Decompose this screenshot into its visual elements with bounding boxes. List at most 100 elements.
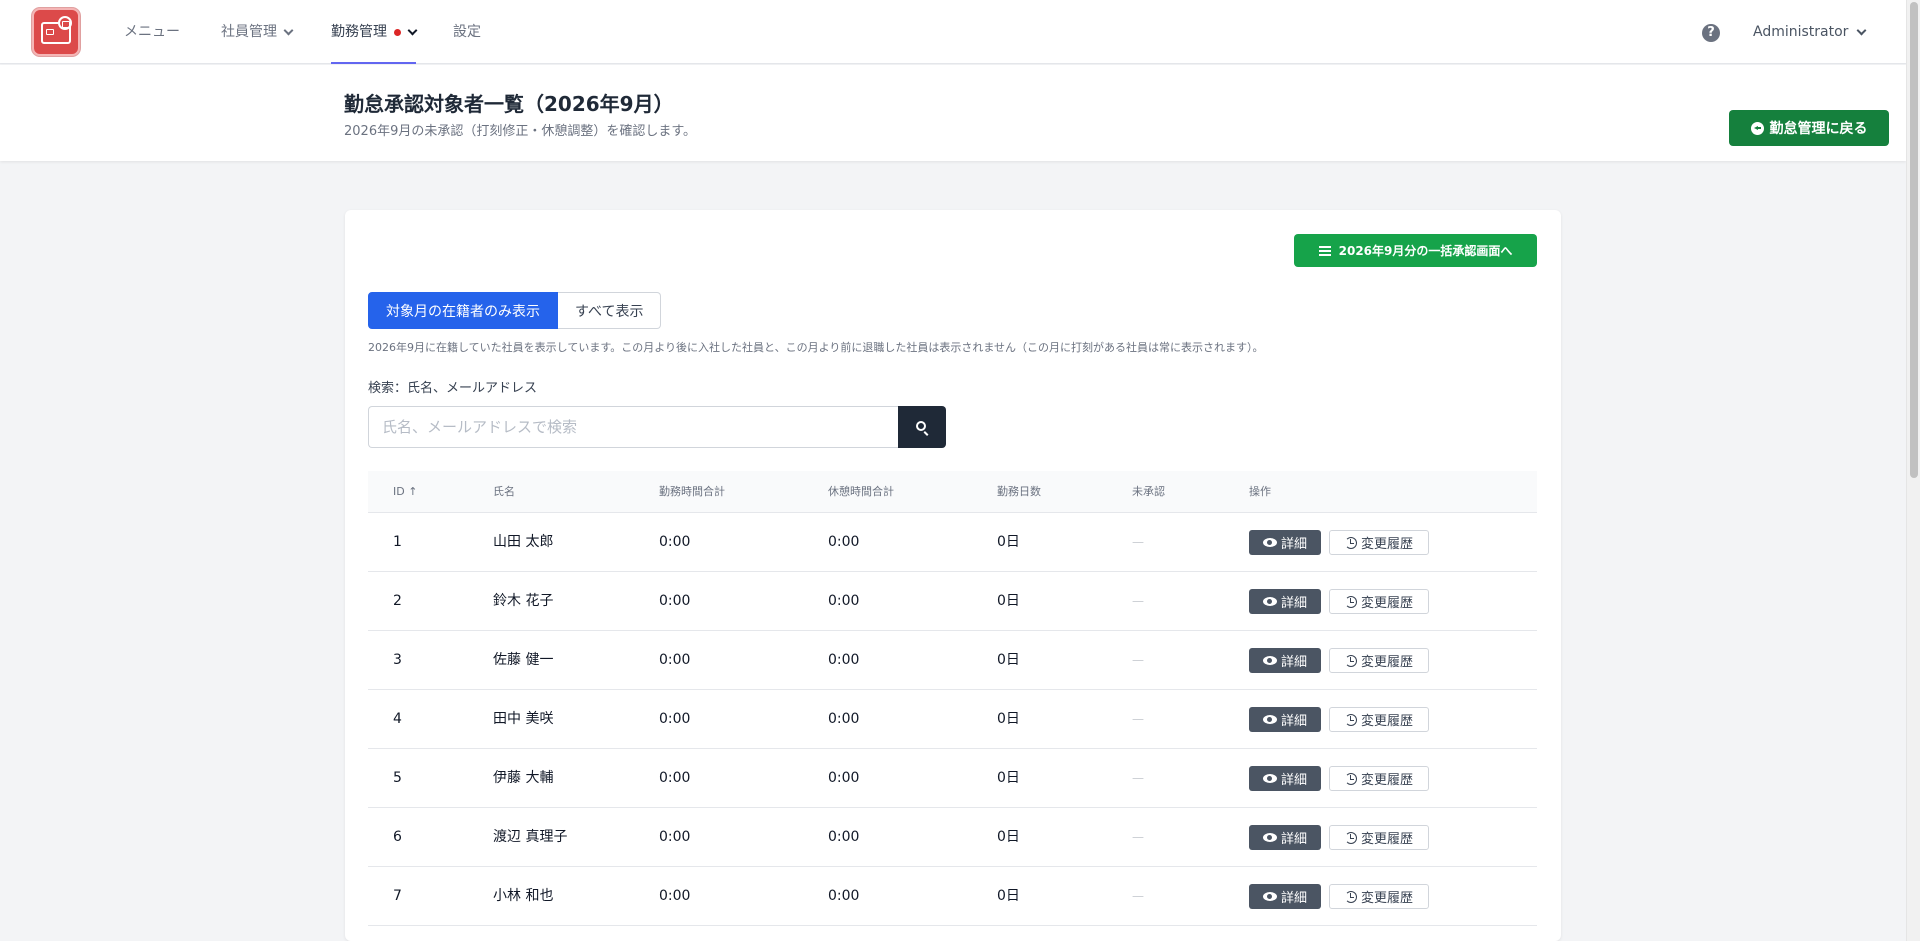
detail-label: 詳細 bbox=[1280, 596, 1307, 611]
column-header-actions: 操作 bbox=[1249, 485, 1271, 498]
cell-work-total: 0:00 bbox=[659, 711, 691, 727]
filter-show-all-button[interactable]: すべて表示 bbox=[558, 292, 662, 329]
cell-id: 5 bbox=[393, 770, 402, 786]
cell-pending: — bbox=[1132, 653, 1144, 667]
history-label: 変更履歴 bbox=[1360, 655, 1413, 670]
bulk-button-label: 2026年9月分の一括承認画面へ bbox=[1338, 244, 1513, 258]
history-label: 変更履歴 bbox=[1360, 537, 1413, 552]
cell-pending: — bbox=[1132, 771, 1144, 785]
cell-work-total: 0:00 bbox=[659, 652, 691, 668]
cell-name: 小林 和也 bbox=[493, 888, 554, 904]
detail-button[interactable]: 詳細 bbox=[1249, 766, 1321, 791]
lock-icon bbox=[58, 16, 72, 30]
cell-work-total: 0:00 bbox=[659, 888, 691, 904]
nav-item-settings[interactable]: 設定 bbox=[453, 0, 481, 64]
page-scrollbar[interactable] bbox=[1906, 0, 1920, 941]
column-header-work-total: 勤務時間合計 bbox=[659, 485, 725, 498]
app-logo[interactable] bbox=[32, 8, 80, 56]
eye-icon bbox=[1262, 715, 1277, 724]
cell-pending: — bbox=[1132, 535, 1144, 549]
filter-active-employees-button[interactable]: 対象月の在籍者のみ表示 bbox=[368, 292, 558, 329]
employee-table: ID ↑ 氏名 勤務時間合計 休憩時間合計 勤務日数 未承認 操作 1 山田 太郎… bbox=[368, 471, 1537, 926]
user-menu[interactable]: Administrator bbox=[1753, 0, 1867, 64]
detail-label: 詳細 bbox=[1280, 537, 1307, 552]
nav-item-label: メニュー bbox=[124, 24, 180, 40]
history-button[interactable]: 変更履歴 bbox=[1329, 707, 1429, 732]
detail-button[interactable]: 詳細 bbox=[1249, 589, 1321, 614]
search-button[interactable] bbox=[898, 406, 946, 448]
cell-pending: — bbox=[1132, 830, 1144, 844]
help-icon[interactable]: ? bbox=[1702, 24, 1720, 42]
cell-id: 4 bbox=[393, 711, 402, 727]
column-header-work-days: 勤務日数 bbox=[997, 485, 1041, 498]
cell-id: 2 bbox=[393, 593, 402, 609]
chevron-down-icon bbox=[407, 25, 418, 35]
eye-icon bbox=[1262, 892, 1277, 901]
nav-item-label: 設定 bbox=[453, 24, 481, 40]
history-icon bbox=[1344, 890, 1357, 903]
history-button[interactable]: 変更履歴 bbox=[1329, 530, 1429, 555]
cell-id: 1 bbox=[393, 534, 402, 550]
nav-item-label: 社員管理 bbox=[221, 24, 277, 40]
cell-work-days: 0日 bbox=[997, 652, 1020, 668]
cell-work-days: 0日 bbox=[997, 829, 1020, 845]
detail-label: 詳細 bbox=[1280, 773, 1307, 788]
detail-button[interactable]: 詳細 bbox=[1249, 648, 1321, 673]
cell-break-total: 0:00 bbox=[828, 770, 860, 786]
table-row: 2 鈴木 花子 0:00 0:00 0日 — 詳細 変更履歴 bbox=[368, 572, 1537, 631]
filter-note: 2026年9月に在籍していた社員を表示しています。この月より後に入社した社員と、… bbox=[368, 341, 1264, 354]
cell-work-days: 0日 bbox=[997, 534, 1020, 550]
back-to-attendance-button[interactable]: 勤怠管理に戻る bbox=[1729, 110, 1889, 146]
cell-id: 6 bbox=[393, 829, 402, 845]
history-label: 変更履歴 bbox=[1360, 773, 1413, 788]
history-button[interactable]: 変更履歴 bbox=[1329, 825, 1429, 850]
eye-icon bbox=[1262, 774, 1277, 783]
nav-item-menu[interactable]: メニュー bbox=[124, 0, 180, 64]
history-button[interactable]: 変更履歴 bbox=[1329, 589, 1429, 614]
cell-pending: — bbox=[1132, 594, 1144, 608]
filter-toggle: 対象月の在籍者のみ表示 すべて表示 bbox=[368, 292, 662, 329]
eye-icon bbox=[1262, 656, 1277, 665]
cell-work-total: 0:00 bbox=[659, 829, 691, 845]
table-row: 1 山田 太郎 0:00 0:00 0日 — 詳細 変更履歴 bbox=[368, 513, 1537, 572]
page-title: 勤怠承認対象者一覧（2026年9月） bbox=[344, 92, 674, 116]
history-button[interactable]: 変更履歴 bbox=[1329, 884, 1429, 909]
history-icon bbox=[1344, 772, 1357, 785]
history-icon bbox=[1344, 654, 1357, 667]
bulk-approve-button[interactable]: 2026年9月分の一括承認画面へ bbox=[1294, 234, 1537, 267]
nav-item-attendance[interactable]: 勤務管理 bbox=[331, 0, 418, 64]
search-icon bbox=[916, 421, 926, 431]
detail-button[interactable]: 詳細 bbox=[1249, 884, 1321, 909]
detail-button[interactable]: 詳細 bbox=[1249, 530, 1321, 555]
cell-work-days: 0日 bbox=[997, 711, 1020, 727]
history-label: 変更履歴 bbox=[1360, 891, 1413, 906]
user-name: Administrator bbox=[1753, 24, 1849, 40]
cell-work-total: 0:00 bbox=[659, 770, 691, 786]
history-label: 変更履歴 bbox=[1360, 714, 1413, 729]
cell-work-days: 0日 bbox=[997, 770, 1020, 786]
column-header-name: 氏名 bbox=[493, 485, 515, 498]
page-subtitle: 2026年9月の未承認（打刻修正・休憩調整）を確認します。 bbox=[344, 124, 697, 139]
table-row: 5 伊藤 大輔 0:00 0:00 0日 — 詳細 変更履歴 bbox=[368, 749, 1537, 808]
cell-break-total: 0:00 bbox=[828, 711, 860, 727]
cell-name: 鈴木 花子 bbox=[493, 593, 554, 609]
detail-button[interactable]: 詳細 bbox=[1249, 825, 1321, 850]
cell-id: 7 bbox=[393, 888, 402, 904]
cell-break-total: 0:00 bbox=[828, 593, 860, 609]
scrollbar-thumb[interactable] bbox=[1910, 2, 1918, 478]
search-input[interactable] bbox=[368, 406, 898, 448]
cell-name: 田中 美咲 bbox=[493, 711, 554, 727]
history-button[interactable]: 変更履歴 bbox=[1329, 648, 1429, 673]
cell-name: 伊藤 大輔 bbox=[493, 770, 554, 786]
cell-break-total: 0:00 bbox=[828, 652, 860, 668]
nav-item-label: 勤務管理 bbox=[331, 24, 387, 40]
detail-label: 詳細 bbox=[1280, 655, 1307, 670]
detail-button[interactable]: 詳細 bbox=[1249, 707, 1321, 732]
arrow-circle-left-icon bbox=[1750, 121, 1764, 135]
cell-name: 山田 太郎 bbox=[493, 534, 554, 550]
nav-item-employees[interactable]: 社員管理 bbox=[221, 0, 294, 64]
detail-label: 詳細 bbox=[1280, 714, 1307, 729]
history-button[interactable]: 変更履歴 bbox=[1329, 766, 1429, 791]
cell-work-days: 0日 bbox=[997, 888, 1020, 904]
column-header-id[interactable]: ID ↑ bbox=[393, 471, 417, 513]
